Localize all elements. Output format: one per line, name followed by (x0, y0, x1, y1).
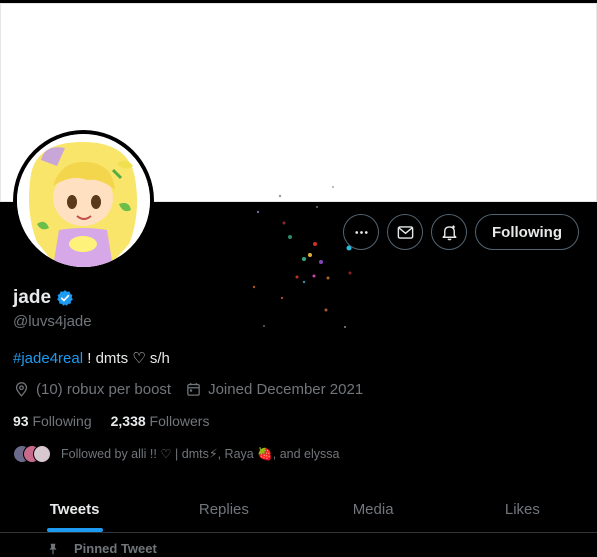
profile-avatar[interactable] (13, 130, 154, 271)
tab-replies[interactable]: Replies (149, 487, 298, 532)
message-icon (397, 225, 413, 239)
following-count-link[interactable]: 93 Following (13, 413, 92, 429)
followers-count: 2,338 (110, 413, 146, 429)
location: (10) robux per boost (13, 381, 171, 398)
followed-by-row[interactable]: Followed by alli !! ♡ | dmts⚡, Raya 🍓, a… (13, 444, 339, 464)
verified-badge-icon[interactable] (56, 289, 74, 307)
profile-bio: #jade4real ! dmts ♡ s/h (13, 349, 170, 367)
username: @luvs4jade (13, 313, 92, 330)
more-button[interactable] (343, 214, 379, 250)
pin-icon (49, 543, 57, 554)
tab-tweets[interactable]: Tweets (0, 487, 149, 532)
following-button[interactable]: Following (475, 214, 579, 250)
followed-by-text: Followed by alli !! ♡ | dmts⚡, Raya 🍓, a… (61, 447, 340, 461)
join-date-text: Joined December 2021 (208, 381, 364, 398)
notifications-button[interactable] (431, 214, 467, 250)
message-button[interactable] (387, 214, 423, 250)
calendar-icon (187, 383, 200, 396)
display-name: jade (13, 287, 52, 308)
more-icon (354, 230, 368, 234)
avatar-illustration (17, 134, 150, 267)
following-count: 93 (13, 413, 29, 429)
location-icon (15, 382, 28, 397)
bio-text: ! dmts ♡ s/h (83, 350, 170, 367)
following-label: Following (32, 413, 92, 429)
profile-meta: (10) robux per boost Joined December 202… (13, 381, 377, 398)
follow-counts: 93 Following 2,338 Followers (13, 413, 228, 429)
followers-label: Followers (149, 413, 210, 429)
active-tab-indicator (46, 528, 103, 532)
tab-likes[interactable]: Likes (448, 487, 597, 532)
join-date: Joined December 2021 (185, 381, 363, 398)
mutual-avatars (13, 444, 53, 464)
pinned-tweet-label: Pinned Tweet (46, 541, 157, 556)
notification-icon (441, 224, 457, 240)
followers-count-link[interactable]: 2,338 Followers (111, 413, 210, 429)
mutual-avatar (33, 445, 51, 463)
name-row: jade (13, 287, 74, 309)
bio-hashtag-link[interactable]: #jade4real (13, 350, 83, 367)
tab-media[interactable]: Media (299, 487, 448, 532)
profile-tabs: Tweets Replies Media Likes (0, 487, 597, 533)
pinned-text: Pinned Tweet (74, 541, 157, 556)
location-text: (10) robux per boost (36, 381, 172, 398)
